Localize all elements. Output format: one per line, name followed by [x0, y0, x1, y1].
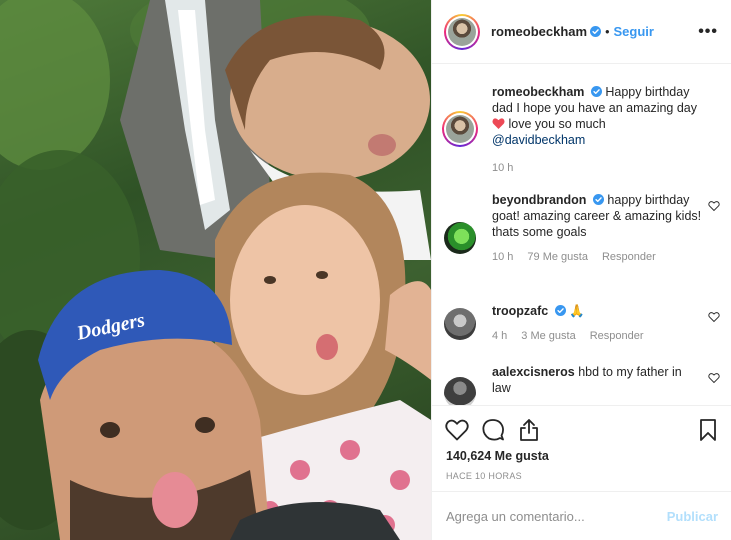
likes-count[interactable]: 140,624 Me gusta: [446, 449, 549, 463]
add-comment-bar: Publicar: [432, 491, 731, 540]
comment-avatar[interactable]: [444, 377, 476, 405]
comment-icon[interactable]: [481, 418, 505, 442]
comment-body: troopzafc 🙏 4 h 3 Me gusta Responder: [492, 303, 702, 344]
post-side-panel: romeobeckham • Seguir ••• romeobeckham H…: [431, 0, 731, 540]
verified-icon: [590, 86, 602, 97]
comment-input[interactable]: [446, 508, 667, 524]
caption-text-end: love you so much: [508, 117, 606, 131]
header-separator: •: [605, 24, 610, 39]
caption-username[interactable]: romeobeckham: [492, 85, 584, 99]
comments-list[interactable]: romeobeckham Happy birthday dad I hope y…: [432, 65, 731, 405]
caption-avatar[interactable]: [442, 111, 478, 147]
caption-time[interactable]: 10 h: [492, 160, 513, 176]
publish-button[interactable]: Publicar: [667, 509, 718, 524]
verified-icon: [554, 305, 566, 316]
comment-body: beyondbrandon happy birthday goat! amazi…: [492, 192, 702, 265]
comment-username[interactable]: aalexcisneros: [492, 365, 575, 379]
like-comment-heart-icon[interactable]: [708, 372, 720, 384]
red-heart-icon: [492, 118, 505, 129]
post-photo[interactable]: Dodgers: [0, 0, 431, 540]
bookmark-icon[interactable]: [696, 418, 720, 442]
comment-likes[interactable]: 79 Me gusta: [527, 249, 588, 265]
post-actions: 140,624 Me gusta HACE 10 HORAS: [432, 405, 731, 491]
reply-button[interactable]: Responder: [602, 249, 656, 265]
follow-button[interactable]: Seguir: [613, 24, 653, 39]
comment-time[interactable]: 10 h: [492, 249, 513, 265]
author-avatar[interactable]: [444, 13, 480, 50]
like-comment-heart-icon[interactable]: [708, 200, 720, 212]
comment-avatar[interactable]: [444, 222, 476, 254]
post-header: romeobeckham • Seguir •••: [432, 0, 731, 64]
heart-outline-icon[interactable]: [445, 418, 469, 442]
caption-mention[interactable]: @davidbeckham: [492, 133, 585, 147]
verified-icon: [592, 194, 604, 205]
comment-username[interactable]: beyondbrandon: [492, 193, 586, 207]
verified-icon: [590, 26, 602, 37]
comment-body: aalexcisneros hbd to my father in law: [492, 364, 702, 396]
comment-text: 🙏: [569, 304, 585, 318]
more-options-icon[interactable]: •••: [698, 24, 718, 40]
comment-likes[interactable]: 3 Me gusta: [521, 328, 575, 344]
caption-body: romeobeckham Happy birthday dad I hope y…: [492, 84, 702, 176]
comment-username[interactable]: troopzafc: [492, 304, 548, 318]
author-username[interactable]: romeobeckham: [491, 24, 587, 39]
share-icon[interactable]: [517, 418, 541, 442]
post-timestamp[interactable]: HACE 10 HORAS: [446, 471, 522, 481]
comment-avatar[interactable]: [444, 308, 476, 340]
reply-button[interactable]: Responder: [590, 328, 644, 344]
like-comment-heart-icon[interactable]: [708, 311, 720, 323]
comment-time[interactable]: 4 h: [492, 328, 507, 344]
photo-illustration: Dodgers: [0, 0, 431, 540]
